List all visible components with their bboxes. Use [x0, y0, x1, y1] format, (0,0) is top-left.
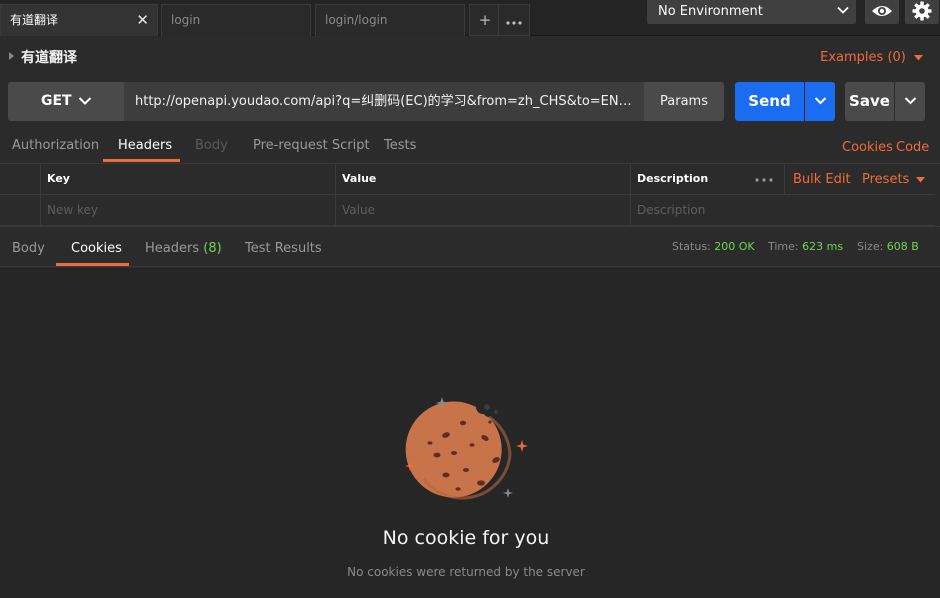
size-value[interactable]: 608 B	[887, 240, 919, 253]
caret-down-icon	[916, 177, 926, 183]
headers-count-badge: (8)	[203, 241, 222, 256]
new-tab-button[interactable]: +	[469, 4, 501, 36]
status-readout: Status: 200 OK	[672, 240, 755, 253]
more-icon[interactable]	[755, 178, 773, 182]
chevron-down-icon	[837, 6, 849, 14]
environment-label: No Environment	[658, 4, 763, 19]
cookies-link[interactable]: Cookies	[842, 140, 893, 155]
request-name-row: 有道翻译 Examples (0)	[0, 43, 940, 71]
code-link[interactable]: Code	[896, 140, 929, 155]
tab-youdao[interactable]: 有道翻译 ✕	[0, 4, 158, 36]
chevron-down-icon	[814, 97, 827, 105]
response-tab-body[interactable]: Body	[12, 241, 45, 256]
cookie-icon	[405, 397, 528, 500]
time-readout: Time: 623 ms	[768, 240, 843, 253]
request-title: 有道翻译	[21, 50, 77, 66]
size-label: Size:	[857, 240, 884, 253]
examples-label: Examples (0)	[820, 50, 906, 65]
examples-dropdown[interactable]: Examples (0)	[820, 50, 923, 65]
cookies-empty-state: No cookie for you No cookies were return…	[0, 268, 940, 598]
size-readout: Size: 608 B	[857, 240, 919, 253]
method-label: GET	[41, 93, 72, 109]
method-select[interactable]: GET	[8, 82, 124, 121]
tab-login-login[interactable]: login/login	[315, 4, 465, 36]
save-options-button[interactable]	[895, 82, 925, 121]
status-value[interactable]: 200 OK	[714, 240, 754, 253]
send-button[interactable]: Send	[735, 82, 804, 121]
status-label: Status:	[672, 240, 711, 253]
url-input[interactable]: http://openapi.youdao.com/api?q=纠删码(EC)的…	[124, 82, 644, 121]
chevron-down-icon	[78, 97, 92, 105]
table-row: New key Value Description	[0, 195, 935, 226]
save-button[interactable]: Save	[845, 82, 894, 121]
headers-table: Key Value Description Bulk Edit Presets …	[0, 164, 935, 226]
gear-icon	[912, 1, 932, 21]
eye-icon	[872, 6, 892, 16]
tab-label: 有道翻译	[10, 13, 59, 27]
tab-pre-request-script[interactable]: Pre-request Script	[253, 138, 370, 153]
caret-down-icon	[914, 55, 923, 61]
close-tab-icon[interactable]: ✕	[136, 5, 149, 35]
active-tab-indicator	[56, 263, 129, 266]
chevron-down-icon	[904, 97, 917, 105]
new-key-input[interactable]: New key	[40, 195, 335, 226]
presets-dropdown[interactable]: Presets	[862, 172, 926, 187]
params-button[interactable]: Params	[644, 82, 724, 121]
table-header-row: Key Value Description Bulk Edit Presets	[0, 164, 935, 195]
tab-bar: 有道翻译 ✕ login login/login + No Environmen…	[0, 0, 940, 36]
column-key: Key	[40, 164, 335, 195]
more-icon	[506, 21, 522, 25]
response-tab-cookies[interactable]: Cookies	[71, 241, 122, 256]
tab-body[interactable]: Body	[195, 138, 228, 153]
response-tab-test-results[interactable]: Test Results	[245, 241, 322, 256]
tab-tests[interactable]: Tests	[384, 138, 416, 153]
empty-state-subtitle: No cookies were returned by the server	[347, 565, 585, 579]
column-value: Value	[335, 164, 630, 195]
request-tabs: Authorization Headers Body Pre-request S…	[0, 130, 940, 164]
response-tabs: Body Cookies Headers (8) Test Results St…	[0, 226, 940, 267]
new-description-input[interactable]: Description	[630, 195, 935, 226]
headers-tab-label: Headers	[145, 241, 200, 256]
expand-triangle-icon[interactable]	[9, 52, 14, 60]
settings-button[interactable]	[905, 0, 939, 24]
tab-options-button[interactable]	[498, 4, 530, 36]
tab-login[interactable]: login	[161, 4, 311, 36]
send-options-button[interactable]	[805, 82, 835, 121]
tab-headers[interactable]: Headers	[118, 138, 172, 153]
time-value[interactable]: 623 ms	[802, 240, 843, 253]
response-tab-headers[interactable]: Headers (8)	[145, 241, 222, 256]
tab-authorization[interactable]: Authorization	[12, 138, 99, 153]
environment-select[interactable]: No Environment	[647, 0, 856, 24]
empty-state-title: No cookie for you	[382, 527, 550, 549]
divider	[784, 164, 785, 195]
plus-icon: +	[478, 11, 492, 29]
bulk-edit-link[interactable]: Bulk Edit	[793, 172, 851, 187]
environment-quick-look-button[interactable]	[865, 0, 899, 24]
presets-label: Presets	[862, 172, 910, 187]
tab-label: login/login	[325, 13, 388, 27]
new-value-input[interactable]: Value	[335, 195, 630, 226]
tab-label: login	[171, 13, 201, 27]
active-tab-indicator	[103, 159, 180, 162]
time-label: Time:	[768, 240, 799, 253]
